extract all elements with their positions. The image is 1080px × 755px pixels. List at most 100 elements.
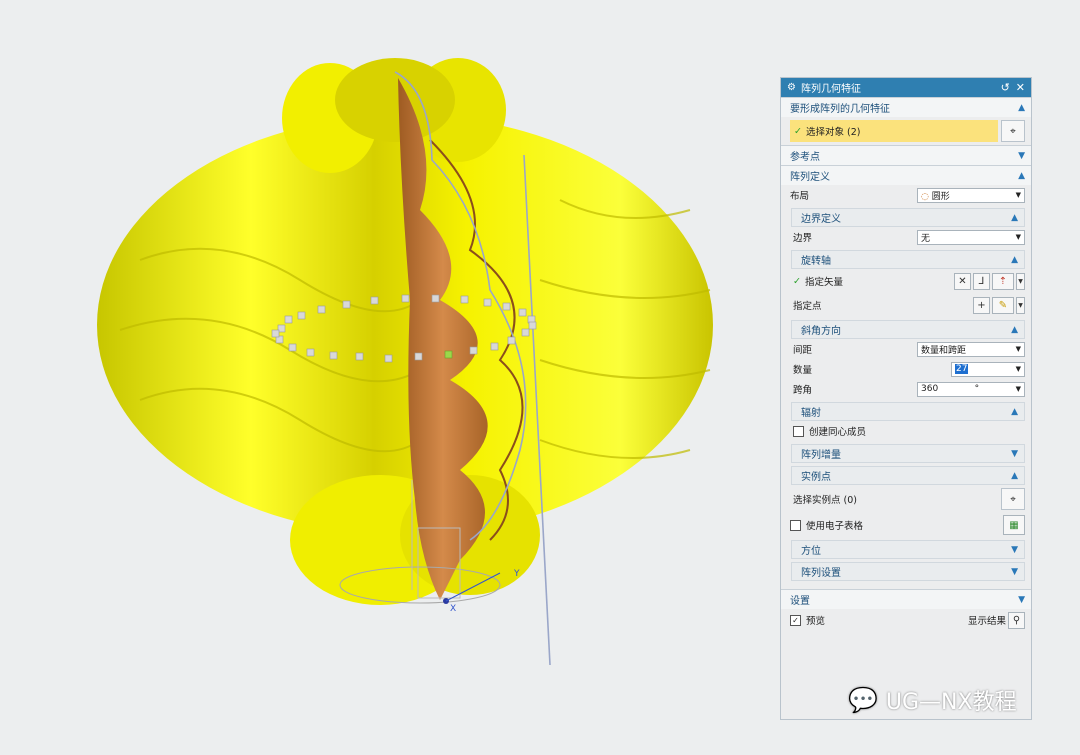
section-label: 要形成阵列的几何特征 bbox=[790, 104, 890, 115]
show-result-button[interactable]: ⚲ bbox=[1008, 611, 1025, 629]
span-input[interactable]: 360 ° ▼ bbox=[917, 381, 1025, 397]
select-object-bar[interactable]: ✓ 选择对象 (2) bbox=[790, 120, 998, 142]
chevron-down-icon: ▼ bbox=[1011, 544, 1018, 555]
dialog-titlebar: ⚙ 阵列几何特征 ↺ ✕ bbox=[781, 78, 1031, 97]
layout-select[interactable]: ◌ 圆形 ▼ bbox=[917, 187, 1025, 203]
vector-dialog-icon[interactable]: ⅃ bbox=[973, 272, 990, 290]
section-label: 实例点 bbox=[801, 472, 831, 483]
chevron-up-icon: ▲ bbox=[1011, 406, 1018, 417]
chevron-down-icon: ▼ bbox=[1018, 594, 1025, 605]
select-object-label: 选择对象 (2) bbox=[805, 127, 861, 138]
section-label: 参考点 bbox=[790, 152, 820, 163]
vector-selector-icon[interactable]: ⇡ bbox=[992, 272, 1014, 290]
dropdown-arrow-icon[interactable]: ▼ bbox=[1016, 272, 1025, 290]
boundary-label: 边界 bbox=[793, 233, 813, 244]
section-label: 斜角方向 bbox=[801, 326, 841, 337]
wechat-icon: 💬 bbox=[848, 686, 878, 714]
reverse-direction-icon[interactable]: ✕ bbox=[954, 272, 971, 290]
section-pattern-definition[interactable]: 阵列定义 ▲ bbox=[781, 165, 1031, 185]
span-value: 360 bbox=[921, 384, 939, 394]
preview-checkbox[interactable]: ✓ bbox=[790, 614, 801, 626]
spreadsheet-icon[interactable]: ▦ bbox=[1003, 515, 1025, 535]
chevron-up-icon: ▲ bbox=[1011, 254, 1018, 265]
layout-value: 圆形 bbox=[931, 191, 950, 202]
count-input[interactable]: 27 ▼ bbox=[951, 361, 1025, 377]
chevron-up-icon: ▲ bbox=[1018, 170, 1025, 181]
boundary-row: 边界 无 ▼ bbox=[791, 227, 1025, 247]
check-icon: ✓ bbox=[793, 275, 801, 287]
watermark: 💬 UG—NX教程 bbox=[848, 684, 1017, 716]
point-dialog-icon[interactable]: + bbox=[973, 296, 990, 314]
chevron-down-icon: ▼ bbox=[1018, 150, 1025, 161]
chevron-up-icon: ▲ bbox=[1011, 212, 1018, 223]
section-boundary[interactable]: 边界定义 ▲ bbox=[791, 208, 1025, 227]
select-object-button[interactable]: ⌖ bbox=[1001, 120, 1025, 142]
section-label: 方位 bbox=[801, 546, 821, 557]
boundary-value: 无 bbox=[921, 233, 931, 244]
instance-point-label: 选择实例点 (0) bbox=[793, 495, 857, 506]
concentric-checkbox[interactable] bbox=[793, 425, 804, 437]
section-label: 辐射 bbox=[801, 408, 821, 419]
chevron-up-icon: ▲ bbox=[1011, 470, 1018, 481]
section-radiate[interactable]: 辐射 ▲ bbox=[791, 402, 1025, 421]
layout-row: 布局 ◌ 圆形 ▼ bbox=[781, 185, 1031, 205]
preview-row: ✓ 预览 显示结果 ⚲ bbox=[781, 609, 1031, 631]
specify-vector-label: 指定矢量 bbox=[804, 277, 843, 288]
instance-point-button[interactable]: ⌖ bbox=[1001, 488, 1025, 510]
section-reference-point[interactable]: 参考点 ▼ bbox=[781, 145, 1031, 165]
dropdown-arrow-icon: ▼ bbox=[1015, 345, 1021, 353]
dropdown-arrow-icon[interactable]: ▼ bbox=[1016, 296, 1025, 314]
boundary-select[interactable]: 无 ▼ bbox=[917, 229, 1025, 245]
check-icon: ✓ bbox=[794, 125, 802, 137]
pattern-geometry-dialog: ⚙ 阵列几何特征 ↺ ✕ 要形成阵列的几何特征 ▲ ✓ 选择对象 (2) ⌖ 参… bbox=[780, 77, 1032, 720]
spacing-value: 数量和跨距 bbox=[921, 345, 967, 356]
selected-marker bbox=[444, 350, 453, 359]
section-angular-direction[interactable]: 斜角方向 ▲ bbox=[791, 320, 1025, 339]
spreadsheet-row[interactable]: 使用电子表格 ▦ bbox=[781, 513, 1031, 537]
section-label: 边界定义 bbox=[801, 214, 841, 225]
point-selector-icon[interactable]: ✎ bbox=[992, 296, 1014, 314]
top-cap bbox=[335, 58, 455, 142]
select-object-row[interactable]: ✓ 选择对象 (2) ⌖ bbox=[790, 120, 1025, 142]
section-rotation-axis[interactable]: 旋转轴 ▲ bbox=[791, 250, 1025, 269]
section-pattern-settings[interactable]: 阵列设置 ▼ bbox=[791, 562, 1025, 581]
close-icon[interactable]: ✕ bbox=[1016, 81, 1025, 94]
dropdown-arrow-icon: ▼ bbox=[1015, 385, 1021, 393]
section-label: 阵列定义 bbox=[790, 172, 830, 183]
section-label: 阵列设置 bbox=[801, 568, 841, 579]
count-row: 数量 27 ▼ bbox=[791, 359, 1025, 379]
section-label: 阵列增量 bbox=[801, 450, 841, 461]
spacing-row: 间距 数量和跨距 ▼ bbox=[791, 339, 1025, 359]
concentric-row[interactable]: 创建同心成员 bbox=[791, 421, 1025, 441]
count-value: 27 bbox=[955, 364, 969, 374]
dropdown-arrow-icon: ▼ bbox=[1015, 365, 1021, 373]
gear-icon: ⚙ bbox=[787, 82, 796, 93]
orientation-group: 方位 ▼ 阵列设置 ▼ bbox=[791, 540, 1025, 581]
spreadsheet-label: 使用电子表格 bbox=[806, 521, 864, 532]
span-unit: ° bbox=[974, 384, 980, 394]
chevron-down-icon: ▼ bbox=[1011, 448, 1018, 459]
section-settings[interactable]: 设置 ▼ bbox=[781, 589, 1031, 609]
chevron-up-icon: ▲ bbox=[1018, 102, 1025, 113]
crosshair-icon: ⌖ bbox=[1010, 493, 1016, 505]
reset-icon[interactable]: ↺ bbox=[1001, 81, 1010, 94]
concentric-label: 创建同心成员 bbox=[809, 427, 867, 438]
preview-label: 预览 bbox=[806, 616, 826, 627]
boundary-group: 边界定义 ▲ 边界 无 ▼ 旋转轴 ▲ ✓ 指定矢量 ✕ ⅃ ⇡ ▼ 指定点 +… bbox=[791, 208, 1025, 513]
specify-point-row: 指定点 + ✎ ▼ bbox=[791, 293, 1025, 317]
axis-x-label: X bbox=[450, 604, 456, 614]
chevron-down-icon: ▼ bbox=[1011, 566, 1018, 577]
chevron-up-icon: ▲ bbox=[1011, 324, 1018, 335]
spacing-select[interactable]: 数量和跨距 ▼ bbox=[917, 341, 1025, 357]
span-label: 跨角 bbox=[793, 385, 813, 396]
span-row: 跨角 360 ° ▼ bbox=[791, 379, 1025, 399]
section-instance-points[interactable]: 实例点 ▲ bbox=[791, 466, 1025, 485]
magnifier-icon: ⚲ bbox=[1012, 614, 1021, 626]
circular-layout-icon: ◌ bbox=[921, 191, 929, 202]
section-geometry-to-pattern[interactable]: 要形成阵列的几何特征 ▲ bbox=[781, 97, 1031, 117]
section-pattern-increment[interactable]: 阵列增量 ▼ bbox=[791, 444, 1025, 463]
spreadsheet-checkbox[interactable] bbox=[790, 519, 801, 531]
section-orientation[interactable]: 方位 ▼ bbox=[791, 540, 1025, 559]
specify-point-label: 指定点 bbox=[793, 301, 822, 312]
section-label: 设置 bbox=[790, 596, 810, 607]
